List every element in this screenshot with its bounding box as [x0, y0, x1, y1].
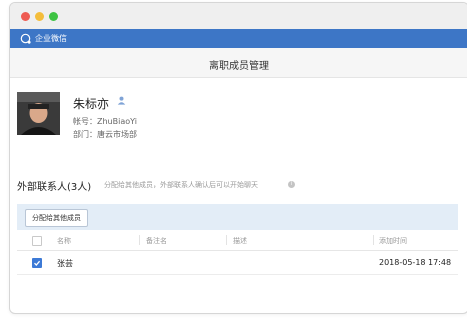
- assign-to-member-button[interactable]: 分配给其他成员: [25, 209, 88, 227]
- member-department: 部门：唐云市场部: [73, 129, 137, 140]
- column-divider: [373, 235, 374, 245]
- page-header: 离职成员管理: [10, 48, 467, 78]
- member-name: 朱标亦: [73, 97, 110, 111]
- window-titlebar: [10, 3, 467, 29]
- column-header-name: 名称: [57, 237, 71, 245]
- wecom-logo-icon: [20, 33, 31, 44]
- account-value: ZhuBiaoYi: [97, 117, 137, 126]
- row-checkbox[interactable]: [32, 258, 42, 268]
- column-divider: [226, 235, 227, 245]
- avatar: [17, 92, 60, 135]
- dept-value: 唐云市场部: [97, 130, 137, 139]
- table-header: 名称 备注名 描述 添加时间: [17, 230, 458, 251]
- account-label: 帐号：: [73, 117, 97, 126]
- person-icon: [117, 96, 126, 105]
- app-header-bar: 企业微信: [10, 29, 467, 48]
- member-account: 帐号：ZhuBiaoYi: [73, 116, 137, 127]
- info-icon[interactable]: i: [288, 181, 295, 188]
- app-name: 企业微信: [35, 34, 67, 43]
- column-header-description: 描述: [233, 237, 247, 245]
- minimize-window-button[interactable]: [35, 12, 44, 21]
- column-divider: [139, 235, 140, 245]
- contact-name: 张芸: [57, 259, 73, 268]
- app-logo: 企业微信: [20, 32, 67, 45]
- close-window-button[interactable]: [21, 12, 30, 21]
- page-title: 离职成员管理: [209, 61, 269, 72]
- external-contacts-title: 外部联系人(3人): [17, 182, 92, 193]
- external-contacts-hint: 分配给其他成员，外部联系人确认后可以开始聊天: [104, 181, 258, 189]
- table-toolbar: 分配给其他成员: [17, 204, 458, 230]
- contact-added-time: 2018-05-18 17:48: [379, 258, 452, 267]
- column-header-remark: 备注名: [146, 237, 167, 245]
- table-row[interactable]: 张芸 2018-05-18 17:48: [17, 252, 458, 275]
- checkmark-icon: [34, 260, 41, 266]
- maximize-window-button[interactable]: [49, 12, 58, 21]
- select-all-checkbox[interactable]: [32, 236, 42, 246]
- dept-label: 部门：: [73, 130, 97, 139]
- column-header-added-time: 添加时间: [379, 237, 407, 245]
